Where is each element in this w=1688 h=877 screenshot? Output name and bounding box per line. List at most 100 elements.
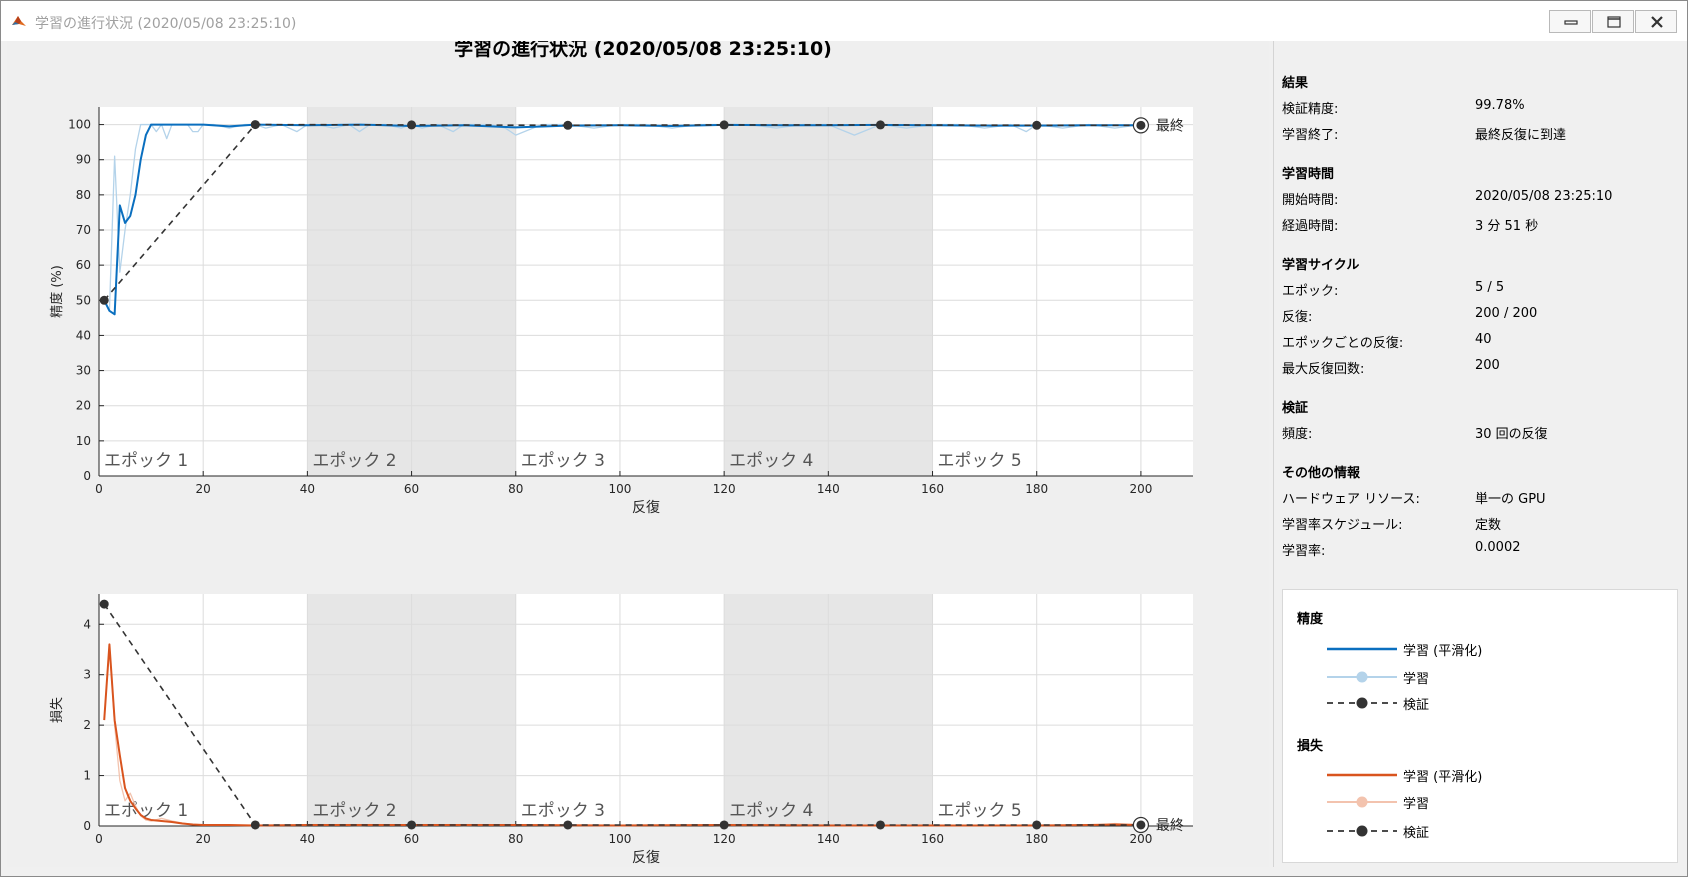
loss-epoch-label: エポック 3 (521, 801, 605, 821)
loss-xtick-label: 180 (1025, 832, 1048, 846)
frequency-label: 頻度: (1282, 427, 1313, 442)
legend-accuracy-smoothed-label: 学習 (平滑化) (1403, 644, 1483, 659)
accuracy-epoch-label: エポック 3 (521, 451, 605, 471)
window-title: 学習の進行状況 (2020/05/08 23:25:10) (35, 16, 297, 32)
loss-validation-point (407, 820, 417, 830)
legend-accuracy-validation-swatch (1327, 697, 1397, 709)
accuracy-ytick-label: 80 (76, 188, 91, 202)
info-panel: 結果 検証精度: 99.78% 学習終了: 最終反復に到達 学習時間 開始時間:… (1273, 41, 1682, 867)
iterations-per-epoch-value: 40 (1475, 332, 1492, 347)
accuracy-ytick-label: 0 (83, 469, 91, 483)
accuracy-xtick-label: 80 (508, 482, 523, 496)
accuracy-ytick-label: 90 (76, 153, 91, 167)
maximize-icon (1607, 16, 1621, 28)
minimize-icon (1564, 20, 1578, 25)
loss-validation-point (250, 820, 260, 830)
results-heading: 結果 (1282, 76, 1309, 91)
loss-validation-point (1032, 820, 1042, 830)
loss-xtick-label: 120 (713, 832, 736, 846)
loss-xtick-label: 0 (95, 832, 103, 846)
accuracy-validation-point (250, 120, 260, 130)
accuracy-validation-point (99, 295, 109, 305)
max-iterations-value: 200 (1475, 358, 1500, 373)
validation-accuracy-label: 検証精度: (1282, 102, 1339, 117)
accuracy-ytick-label: 50 (76, 293, 91, 307)
accuracy-ytick-label: 100 (68, 118, 91, 132)
epoch-label: エポック: (1282, 284, 1339, 299)
accuracy-xtick-label: 100 (608, 482, 631, 496)
validation-accuracy-value: 99.78% (1475, 98, 1525, 113)
hardware-value: 単一の GPU (1475, 492, 1546, 507)
max-iterations-label: 最大反復回数: (1282, 362, 1365, 377)
legend-loss-training-label: 学習 (1403, 797, 1430, 812)
chart-title: 学習の進行状況 (2020/05/08 23:25:10) (454, 41, 832, 60)
accuracy-epoch-label: エポック 5 (938, 451, 1022, 471)
loss-epoch-label: エポック 2 (312, 801, 396, 821)
accuracy-xtick-label: 0 (95, 482, 103, 496)
accuracy-xtick-label: 160 (921, 482, 944, 496)
accuracy-x-axis-label: 反復 (632, 499, 660, 516)
loss-validation-point (875, 820, 885, 830)
start-time-value: 2020/05/08 23:25:10 (1475, 189, 1613, 204)
loss-xtick-label: 40 (300, 832, 315, 846)
loss-x-axis-label: 反復 (632, 849, 660, 866)
accuracy-xtick-label: 140 (817, 482, 840, 496)
loss-ytick-label: 1 (83, 769, 91, 783)
loss-xtick-label: 20 (196, 832, 211, 846)
accuracy-xtick-label: 180 (1025, 482, 1048, 496)
accuracy-ytick-label: 40 (76, 328, 91, 342)
accuracy-final-label: 最終 (1156, 118, 1184, 134)
accuracy-xtick-label: 120 (713, 482, 736, 496)
legend-accuracy-smoothed-swatch (1327, 647, 1397, 651)
epoch-value: 5 / 5 (1475, 280, 1505, 295)
loss-plot-bg (99, 594, 1193, 826)
elapsed-time-value: 3 分 51 秒 (1475, 219, 1539, 234)
start-time-label: 開始時間: (1282, 193, 1339, 208)
learning-rate-label: 学習率: (1282, 544, 1326, 559)
loss-ytick-label: 2 (83, 718, 91, 732)
lr-schedule-value: 定数 (1475, 518, 1502, 533)
legend-loss-training-swatch (1327, 796, 1397, 808)
matlab-icon (12, 16, 26, 26)
training-charts: 学習の進行状況 (2020/05/08 23:25:10) 0102030405… (49, 41, 1193, 866)
accuracy-plot: 0 10 20 30 40 50 60 70 80 90 100 0 20 40 60 80 100 120 140… (49, 107, 1193, 516)
accuracy-validation-point (875, 120, 885, 130)
legend-loss-validation-swatch (1327, 825, 1397, 837)
iterations-per-epoch-label: エポックごとの反復: (1282, 336, 1404, 351)
training-cycle-heading: 学習サイクル (1282, 258, 1360, 273)
training-finished-label: 学習終了: (1282, 128, 1339, 143)
training-time-heading: 学習時間 (1282, 167, 1335, 182)
legend: 精度 学習 (平滑化) 学習 検証 損失 学習 (平滑化) 学習 検証 (1282, 589, 1678, 863)
accuracy-ytick-label: 20 (76, 399, 91, 413)
accuracy-plot-bg (99, 107, 1193, 476)
loss-y-axis-label: 損失 (50, 697, 65, 723)
loss-final-marker (1136, 820, 1146, 830)
accuracy-xtick-label: 60 (404, 482, 419, 496)
loss-epoch-label: エポック 5 (938, 801, 1022, 821)
title-bar: 学習の進行状況 (2020/05/08 23:25:10) (1, 1, 1687, 41)
legend-accuracy-validation-label: 検証 (1403, 698, 1430, 713)
maximize-button[interactable] (1592, 10, 1634, 33)
training-finished-value: 最終反復に到達 (1475, 128, 1567, 143)
loss-epoch-label: エポック 4 (729, 801, 813, 821)
legend-accuracy-training-label: 学習 (1403, 672, 1430, 687)
loss-ytick-label: 4 (83, 617, 91, 631)
minimize-button[interactable] (1549, 10, 1591, 33)
accuracy-xtick-label: 20 (196, 482, 211, 496)
legend-accuracy-training-swatch (1327, 671, 1397, 683)
accuracy-xtick-label: 40 (300, 482, 315, 496)
learning-rate-value: 0.0002 (1475, 540, 1521, 555)
hardware-label: ハードウェア リソース: (1282, 492, 1420, 507)
loss-validation-point (99, 599, 109, 609)
loss-final-label: 最終 (1156, 818, 1184, 834)
loss-plot: 012340 20 40 60 80 100 120 140 160 180 200反復損失エポック… (50, 594, 1193, 866)
accuracy-epoch-label: エポック 1 (104, 451, 188, 471)
accuracy-validation-point (407, 120, 417, 130)
close-icon (1651, 16, 1663, 28)
close-button[interactable] (1635, 10, 1677, 33)
loss-validation-point (563, 820, 573, 830)
loss-xtick-label: 140 (817, 832, 840, 846)
iteration-label: 反復: (1282, 310, 1313, 325)
frequency-value: 30 回の反復 (1475, 427, 1548, 442)
validation-heading: 検証 (1282, 401, 1309, 416)
